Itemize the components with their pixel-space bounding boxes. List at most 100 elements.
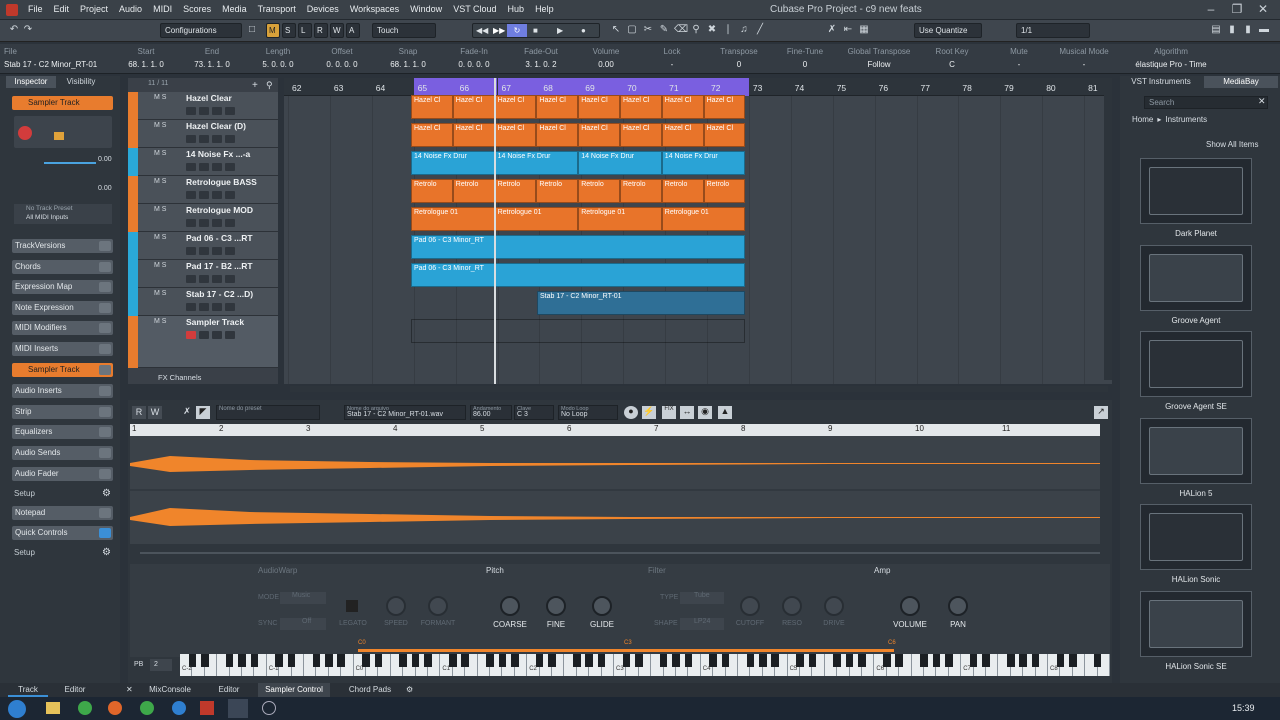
- volume-value[interactable]: 0.00: [98, 156, 112, 163]
- pan-value[interactable]: 0.00: [98, 185, 112, 192]
- track-control-button[interactable]: [212, 163, 222, 171]
- track-name[interactable]: Hazel Clear (D): [186, 121, 246, 131]
- midi-event[interactable]: Hazel Cl: [661, 123, 704, 147]
- volume-knob[interactable]: [900, 596, 920, 616]
- info-snap-value[interactable]: 68. 1. 1. 0: [388, 60, 428, 69]
- track-control-button[interactable]: [199, 303, 209, 311]
- info-offset-value[interactable]: 0. 0. 0. 0: [322, 60, 362, 69]
- erase-tool-icon[interactable]: ⌫: [674, 24, 688, 36]
- info-volume-value[interactable]: 0.00: [584, 60, 628, 69]
- snap-icon[interactable]: ◤: [196, 406, 210, 419]
- track-control-button[interactable]: [212, 219, 222, 227]
- lock-icon[interactable]: □: [246, 24, 258, 36]
- fx-channels-folder[interactable]: FX Channels: [132, 372, 278, 384]
- range-tool-icon[interactable]: ▢: [626, 24, 638, 36]
- menu-hub[interactable]: Hub: [508, 4, 525, 14]
- plugin-card[interactable]: HALion Sonic SE: [1140, 591, 1252, 671]
- track-name[interactable]: Retrologue MOD: [186, 205, 253, 215]
- fix-icon[interactable]: FIX: [662, 406, 676, 419]
- start-button[interactable]: [8, 700, 26, 718]
- section-audio-fader[interactable]: Audio Fader: [12, 467, 113, 481]
- audio-event[interactable]: 14 Noise Fx Drur: [578, 151, 662, 175]
- gear-icon[interactable]: ⚙: [102, 488, 111, 499]
- track-control-button[interactable]: [212, 135, 222, 143]
- app-icon[interactable]: [172, 701, 186, 715]
- stepper-r[interactable]: R: [314, 23, 328, 38]
- plugin-thumbnail[interactable]: [1140, 591, 1252, 657]
- info-rootkey-value[interactable]: C: [930, 60, 974, 69]
- tab-visibility[interactable]: Visibility: [58, 76, 104, 88]
- restore-icon[interactable]: ❐: [1226, 2, 1248, 16]
- midi-event[interactable]: Hazel Cl: [452, 95, 495, 119]
- track-name[interactable]: Sampler Track: [186, 317, 244, 327]
- section-audio-sends[interactable]: Audio Sends: [12, 446, 113, 460]
- info-length-value[interactable]: 5. 0. 0. 0: [258, 60, 298, 69]
- pan-knob[interactable]: [948, 596, 968, 616]
- file-name-field[interactable]: Nome do arquivo Stab 17 - C2 Minor_RT-01…: [344, 405, 466, 420]
- mute-solo-buttons[interactable]: M S: [154, 234, 166, 241]
- tab-track[interactable]: Track: [8, 683, 48, 697]
- track-control-button[interactable]: [225, 247, 235, 255]
- plugin-thumbnail[interactable]: [1140, 504, 1252, 571]
- midi-event[interactable]: Retrolo: [411, 179, 453, 203]
- split-tool-icon[interactable]: ✂: [642, 24, 654, 36]
- track-control-button[interactable]: [199, 191, 209, 199]
- snap-toggle-icon[interactable]: ✗: [826, 24, 838, 36]
- track-name[interactable]: Pad 17 - B2 ...RT: [186, 261, 253, 271]
- tab-mixconsole[interactable]: MixConsole: [146, 683, 194, 697]
- record-enable-icon[interactable]: [18, 126, 32, 140]
- midi-event[interactable]: Retrologue 01: [661, 207, 746, 231]
- midi-event[interactable]: Retrolo: [494, 179, 537, 203]
- info-transpose-value[interactable]: 0: [718, 60, 760, 69]
- track-control-button[interactable]: [212, 275, 222, 283]
- track-control-button[interactable]: [225, 275, 235, 283]
- track-control-button[interactable]: [212, 191, 222, 199]
- midi-event[interactable]: Hazel Cl: [703, 123, 746, 147]
- grid-icon[interactable]: ▦: [858, 24, 870, 36]
- track-control-button[interactable]: [199, 219, 209, 227]
- mute-solo-buttons[interactable]: M S: [154, 318, 166, 325]
- track-header[interactable]: M S Sampler Track: [128, 316, 278, 368]
- track-control-button[interactable]: [225, 135, 235, 143]
- section-midi-inserts[interactable]: MIDI Inserts: [12, 342, 113, 356]
- plugin-thumbnail[interactable]: [1140, 417, 1252, 484]
- midi-event[interactable]: Retrolo: [620, 179, 662, 203]
- waveform-zoom-slider[interactable]: [140, 552, 1100, 554]
- midi-event[interactable]: Hazel Cl: [536, 95, 579, 119]
- stepper-w[interactable]: W: [330, 23, 344, 38]
- quantize-dropdown[interactable]: Use Quantize: [914, 23, 982, 38]
- menu-help[interactable]: Help: [535, 4, 554, 14]
- midi-event[interactable]: Hazel Cl: [620, 123, 662, 147]
- track-control-button[interactable]: [186, 135, 196, 143]
- show-all-items-link[interactable]: Show All Items: [1206, 140, 1258, 149]
- mute-solo-buttons[interactable]: M S: [154, 290, 166, 297]
- sync-dropdown[interactable]: Off: [280, 618, 326, 630]
- key-range-bar[interactable]: [358, 649, 894, 652]
- record-icon[interactable]: ●: [581, 24, 586, 37]
- track-name[interactable]: Retrologue BASS: [186, 177, 257, 187]
- midi-event[interactable]: Hazel Cl: [661, 95, 704, 119]
- key-range-low[interactable]: C0: [358, 640, 366, 646]
- play-icon[interactable]: ▶: [557, 24, 563, 37]
- app-icon[interactable]: [200, 701, 214, 715]
- midi-event[interactable]: Retrolo: [536, 179, 579, 203]
- monitor-icon[interactable]: [54, 132, 64, 140]
- close-tab-icon[interactable]: ✕: [126, 683, 136, 697]
- undo-icon[interactable]: ↶: [8, 24, 20, 36]
- menu-devices[interactable]: Devices: [307, 4, 339, 14]
- write-automation-button[interactable]: W: [148, 406, 162, 419]
- track-header[interactable]: M S Retrologue BASS: [128, 176, 278, 204]
- add-track-icon[interactable]: +: [252, 80, 258, 91]
- midi-event[interactable]: Hazel Cl: [620, 95, 662, 119]
- info-event-name[interactable]: Stab 17 - C2 Minor_RT-01: [4, 60, 108, 69]
- explorer-icon[interactable]: [46, 702, 60, 714]
- configurations-dropdown[interactable]: Configurations: [160, 23, 242, 38]
- track-name[interactable]: Stab 17 - C2 ...D): [186, 289, 253, 299]
- mute-solo-buttons[interactable]: M S: [154, 262, 166, 269]
- filter-shape-dropdown[interactable]: LP24: [680, 618, 724, 630]
- track-control-button[interactable]: [225, 219, 235, 227]
- midi-event[interactable]: Hazel Cl: [536, 123, 579, 147]
- snap-type-icon[interactable]: ⇤: [842, 24, 854, 36]
- app-icon[interactable]: [262, 701, 276, 715]
- app-icon[interactable]: [140, 701, 154, 715]
